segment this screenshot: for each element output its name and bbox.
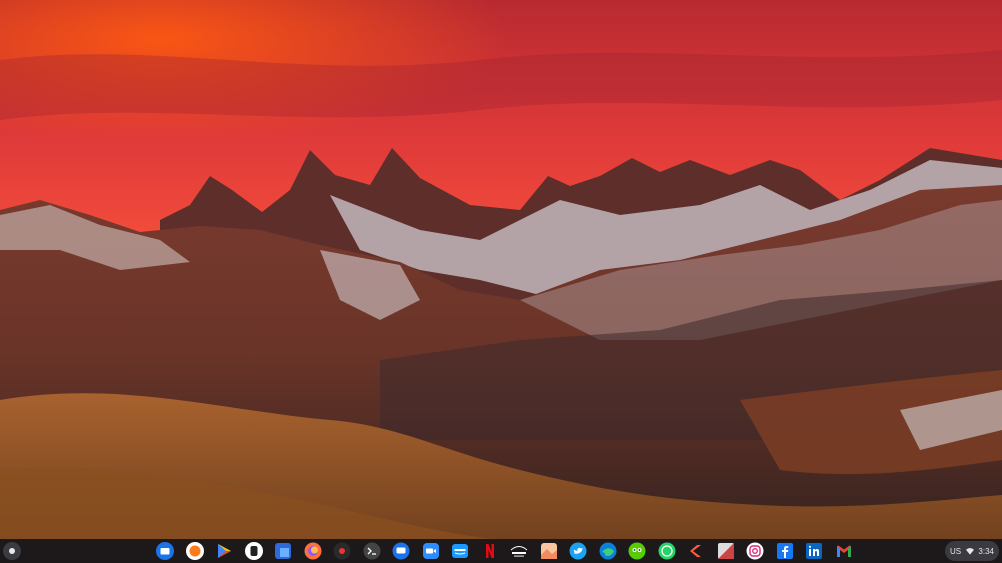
status-tray[interactable]: US 3:34: [945, 541, 999, 561]
launcher-button[interactable]: [3, 542, 21, 560]
mountain-wallpaper: [0, 0, 1002, 563]
gmail-icon: [836, 545, 851, 557]
app-photo[interactable]: [716, 541, 736, 561]
facebook-icon: [776, 543, 793, 559]
firefox-icon: [304, 542, 321, 560]
fox-icon: [185, 542, 204, 560]
shelf-apps: [155, 541, 854, 561]
app-messages[interactable]: [391, 541, 411, 561]
app-netflix[interactable]: [480, 541, 500, 561]
app-edge[interactable]: [598, 541, 618, 561]
desktop-wallpaper: [0, 0, 1002, 563]
app-gallery[interactable]: [539, 541, 559, 561]
app-screenshot[interactable]: [273, 541, 293, 561]
app-firefox[interactable]: [303, 541, 323, 561]
app-disney-hotstar[interactable]: [509, 541, 529, 561]
app-prime-video[interactable]: [450, 541, 470, 561]
app-kotlin[interactable]: [686, 541, 706, 561]
twitter-bird-icon: [569, 542, 587, 560]
wifi-icon: [965, 548, 974, 555]
app-fennec[interactable]: [185, 541, 205, 561]
app-terminal[interactable]: [362, 541, 382, 561]
record-icon: [333, 542, 351, 560]
app-facebook[interactable]: [775, 541, 795, 561]
hotstar-icon: [510, 546, 528, 557]
edge-icon: [599, 542, 616, 560]
whatsapp-icon: [658, 542, 675, 560]
locale-indicator: US: [950, 546, 962, 556]
terminal-icon: [363, 542, 380, 560]
clock: 3:34: [978, 546, 994, 556]
app-black[interactable]: [244, 541, 264, 561]
netflix-icon: [485, 544, 494, 558]
video-camera-icon: [422, 543, 439, 559]
app-obs[interactable]: [332, 541, 352, 561]
app-files[interactable]: [155, 541, 175, 561]
app-gmail[interactable]: [834, 541, 854, 561]
photo-icon: [717, 543, 734, 559]
folder-icon: [156, 542, 174, 560]
app-instagram[interactable]: [745, 541, 765, 561]
arrow-k-icon: [690, 545, 701, 557]
app-icon: [244, 542, 263, 560]
screen-capture-icon: [275, 543, 291, 559]
play-triangle-icon: [218, 544, 231, 558]
app-linkedin[interactable]: [804, 541, 824, 561]
shelf: US 3:34: [0, 539, 1002, 563]
duolingo-owl-icon: [628, 542, 646, 560]
prime-video-icon: [452, 544, 468, 558]
app-twitter[interactable]: [568, 541, 588, 561]
linkedin-icon: [806, 543, 822, 559]
app-play-store[interactable]: [214, 541, 234, 561]
app-duolingo[interactable]: [627, 541, 647, 561]
chat-icon: [392, 542, 410, 560]
app-zoom[interactable]: [421, 541, 441, 561]
instagram-icon: [746, 542, 764, 560]
gallery-icon: [540, 543, 557, 559]
app-whatsapp[interactable]: [657, 541, 677, 561]
